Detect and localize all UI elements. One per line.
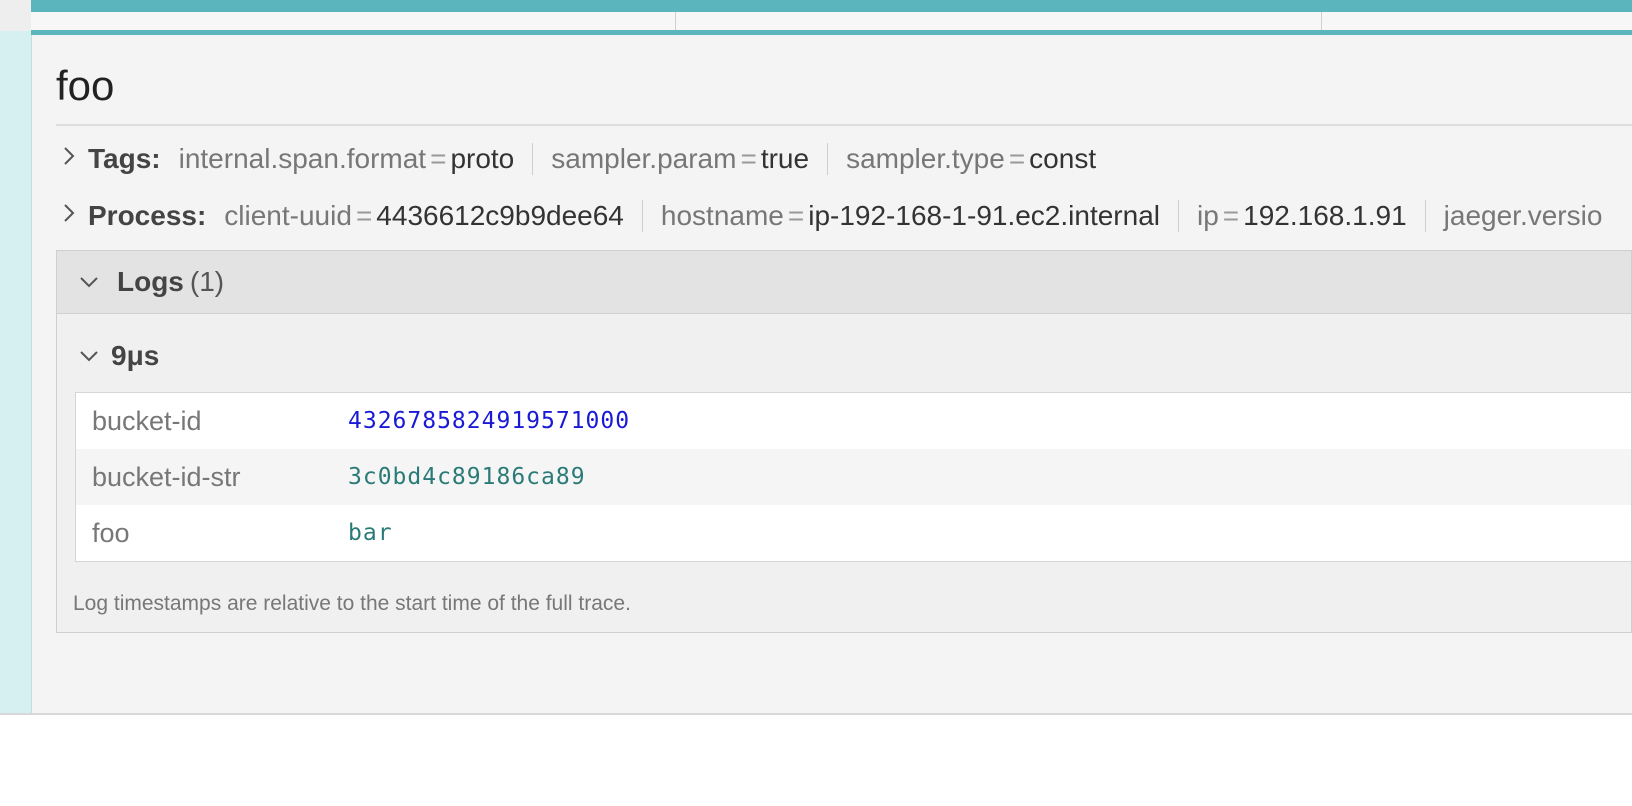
process-value: 192.168.1.91 (1243, 199, 1407, 231)
process-key: ip (1197, 199, 1219, 231)
span-bar-accent (31, 0, 1632, 12)
timeline-tick (1321, 12, 1322, 30)
title-divider (56, 124, 1632, 126)
logs-section: Logs (1) 9μs bucket-id 43267858249195710… (56, 250, 1632, 633)
log-field-key: foo (92, 517, 130, 548)
process-value: ip-192-168-1-91.ec2.internal (808, 199, 1160, 231)
chevron-down-icon[interactable] (79, 343, 111, 369)
equals-sign: = (1222, 199, 1240, 231)
tag-item: internal.span.format = proto (179, 143, 533, 175)
span-detail-panel: foo Tags: internal.span.format = proto sam… (0, 0, 1632, 715)
process-item: ip = 192.168.1.91 (1178, 199, 1425, 232)
span-title: foo (56, 62, 115, 109)
tag-item: sampler.type = const (827, 142, 1114, 175)
process-value: 4436612c9b9dee64 (376, 199, 624, 231)
log-field-key: bucket-id-str (92, 461, 241, 492)
tag-item: sampler.param = true (532, 142, 827, 175)
log-field-value: 4326785824919571000 (348, 408, 631, 434)
table-row: foo bar (76, 505, 1631, 561)
process-key: hostname (660, 199, 784, 231)
process-item: client-uuid = 4436612c9b9dee64 (224, 200, 642, 232)
equals-sign: = (787, 199, 805, 231)
log-field-key: bucket-id (92, 405, 202, 436)
tag-key: sampler.param (551, 142, 737, 174)
process-key: jaeger.versio (1443, 199, 1603, 231)
log-entry-header[interactable]: 9μs (57, 314, 1631, 392)
tag-value: const (1029, 142, 1097, 174)
equals-sign: = (355, 199, 373, 231)
table-row: bucket-id 4326785824919571000 (76, 393, 1631, 449)
tag-key: sampler.type (846, 142, 1005, 174)
chevron-down-icon[interactable] (79, 269, 117, 295)
table-row: bucket-id-str 3c0bd4c89186ca89 (76, 449, 1631, 505)
tag-value: proto (450, 142, 515, 174)
timeline-ruler (31, 12, 1632, 30)
indent-strip-header (0, 0, 31, 31)
timeline-tick (675, 12, 676, 30)
log-field-value: bar (348, 520, 393, 546)
equals-sign: = (1008, 142, 1026, 174)
logs-header[interactable]: Logs (1) (57, 251, 1631, 314)
equals-sign: = (430, 142, 447, 174)
tag-key: internal.span.format (178, 142, 427, 174)
logs-footnote: Log timestamps are relative to the start… (73, 592, 631, 615)
chevron-right-icon[interactable] (62, 203, 88, 229)
process-key: client-uuid (224, 199, 352, 231)
tags-row[interactable]: Tags: internal.span.format = proto sampler… (56, 130, 1632, 187)
logs-title: Logs (117, 266, 184, 297)
span-detail-content: foo Tags: internal.span.format = proto sam… (56, 35, 1632, 633)
log-timestamp: 9μs (111, 340, 160, 371)
process-item: hostname = ip-192-168-1-91.ec2.internal (641, 199, 1178, 232)
logs-count: (1) (189, 266, 225, 297)
tag-value: true (760, 142, 810, 174)
tags-label: Tags: (88, 142, 161, 174)
log-field-value: 3c0bd4c89186ca89 (348, 464, 586, 490)
process-row[interactable]: Process: client-uuid = 4436612c9b9dee64 ho… (56, 187, 1632, 244)
process-item: jaeger.versio (1424, 199, 1621, 232)
equals-sign: = (740, 142, 757, 174)
chevron-right-icon[interactable] (62, 146, 88, 172)
log-fields-table: bucket-id 4326785824919571000 bucket-id-… (75, 392, 1631, 562)
span-indent-strip (0, 0, 32, 713)
process-label: Process: (88, 199, 207, 231)
